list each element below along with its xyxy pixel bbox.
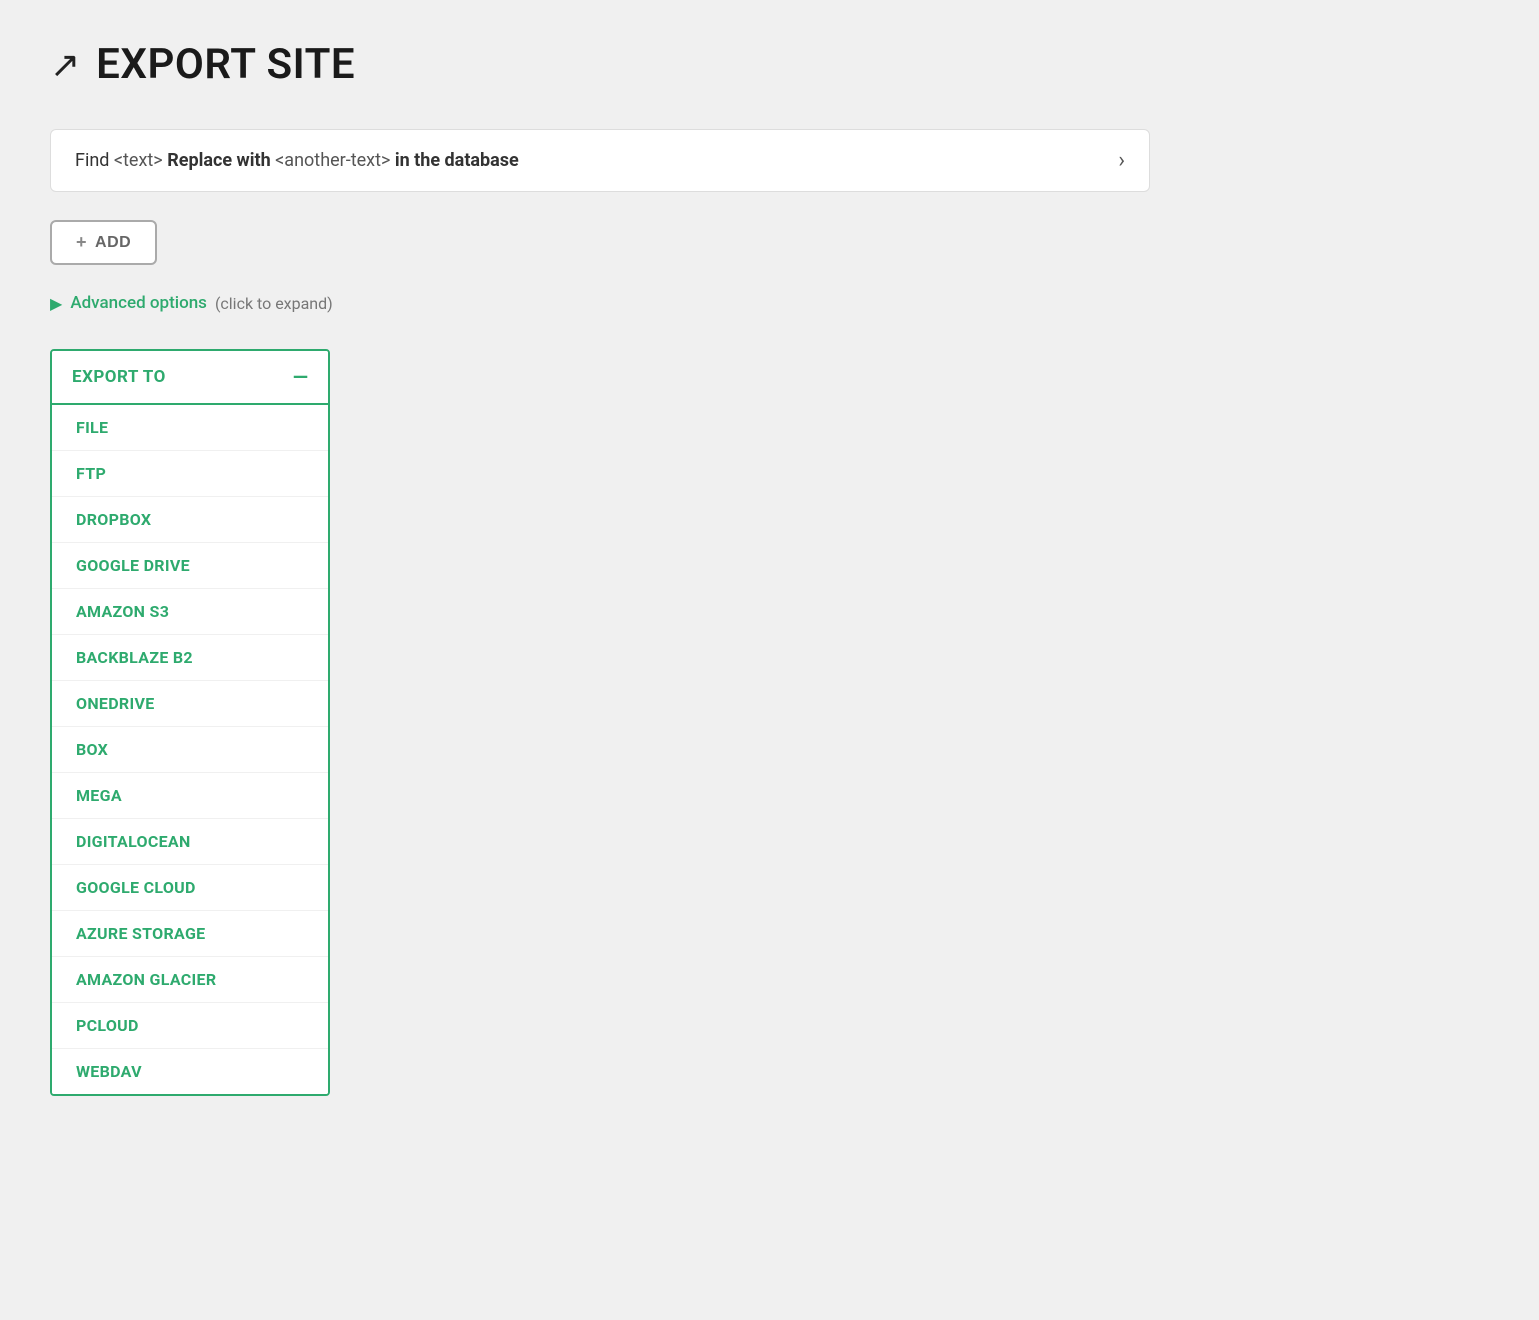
find-code: <text> [114,150,163,171]
advanced-options-hint: (click to expand) [215,294,333,313]
export-site-icon: ↗ [50,44,80,86]
export-to-list-item[interactable]: FILE [52,405,328,451]
advanced-options-label: Advanced options [70,293,207,313]
export-to-list-item[interactable]: GOOGLE CLOUD [52,865,328,911]
find-replace-text: Find <text> Replace with <another-text> … [75,150,519,171]
export-to-title: EXPORT TO [72,367,166,387]
export-to-list-item[interactable]: AMAZON GLACIER [52,957,328,1003]
export-to-list-item[interactable]: DIGITALOCEAN [52,819,328,865]
export-to-panel: EXPORT TO — FILEFTPDROPBOXGOOGLE DRIVEAM… [50,349,330,1096]
in-database-text: in the database [395,150,519,171]
export-to-list: FILEFTPDROPBOXGOOGLE DRIVEAMAZON S3BACKB… [52,405,328,1094]
export-to-list-item[interactable]: MEGA [52,773,328,819]
replace-bold: Replace with [167,150,271,171]
find-replace-chevron[interactable]: › [1118,148,1125,173]
find-replace-bar: Find <text> Replace with <another-text> … [50,129,1150,192]
find-label: Find [75,150,114,171]
export-to-list-item[interactable]: BACKBLAZE B2 [52,635,328,681]
replace-code: <another-text> [275,150,390,171]
export-to-list-item[interactable]: ONEDRIVE [52,681,328,727]
export-to-list-item[interactable]: PCLOUD [52,1003,328,1049]
page-header: ↗ EXPORT SITE [50,40,1489,89]
export-to-list-item[interactable]: WEBDAV [52,1049,328,1094]
page-title: EXPORT SITE [96,40,355,89]
export-to-list-item[interactable]: FTP [52,451,328,497]
advanced-arrow-icon: ▶ [50,294,62,313]
advanced-options[interactable]: ▶ Advanced options (click to expand) [50,293,1489,313]
add-plus-icon: + [76,232,87,253]
export-to-list-item[interactable]: GOOGLE DRIVE [52,543,328,589]
add-button[interactable]: + ADD [50,220,157,265]
add-button-label: ADD [95,234,131,252]
export-to-list-item[interactable]: DROPBOX [52,497,328,543]
collapse-icon[interactable]: — [293,365,308,389]
export-to-list-item[interactable]: AZURE STORAGE [52,911,328,957]
export-to-header: EXPORT TO — [52,351,328,405]
export-to-list-item[interactable]: BOX [52,727,328,773]
export-to-list-item[interactable]: AMAZON S3 [52,589,328,635]
